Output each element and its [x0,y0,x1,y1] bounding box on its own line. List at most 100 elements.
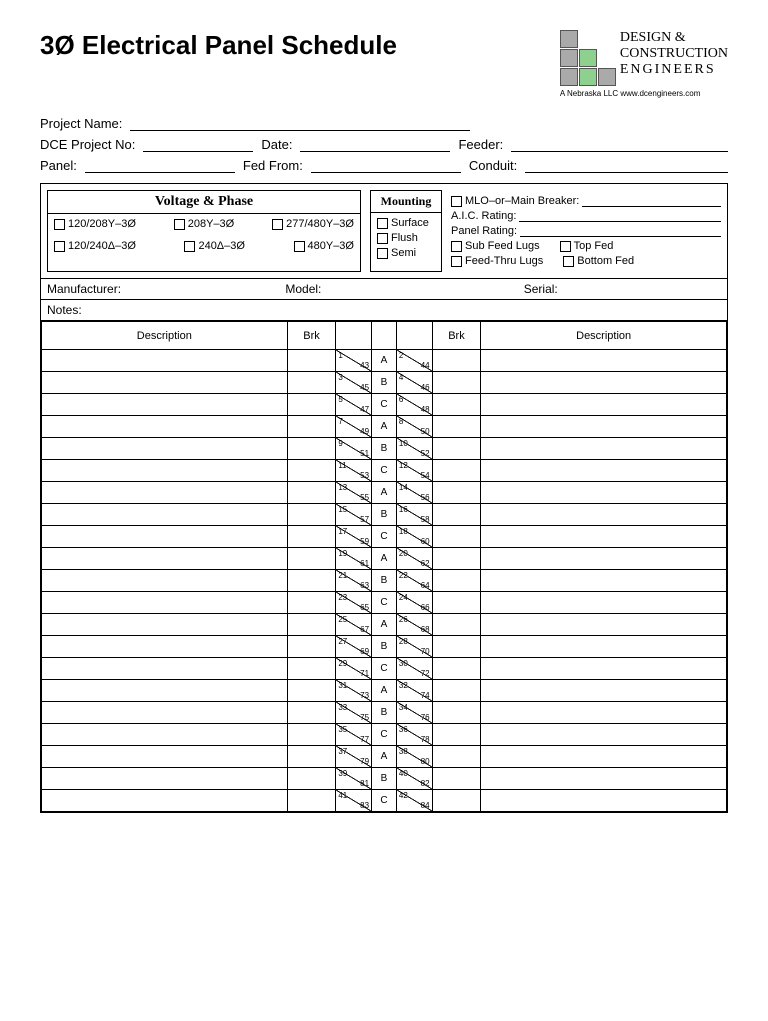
desc-cell-r[interactable] [481,702,727,724]
brk-cell-r[interactable] [432,790,481,812]
desc-cell-l[interactable] [42,724,288,746]
mlo-cb[interactable]: MLO–or–Main Breaker: [451,195,579,207]
brk-cell-l[interactable] [287,702,336,724]
brk-cell-r[interactable] [432,570,481,592]
desc-cell-r[interactable] [481,416,727,438]
date-input[interactable] [300,137,450,152]
brk-cell-l[interactable] [287,372,336,394]
mlo-input[interactable] [582,195,721,207]
desc-cell-l[interactable] [42,768,288,790]
brk-cell-r[interactable] [432,768,481,790]
desc-cell-l[interactable] [42,592,288,614]
brk-cell-l[interactable] [287,746,336,768]
brk-cell-l[interactable] [287,482,336,504]
desc-cell-l[interactable] [42,702,288,724]
brk-cell-r[interactable] [432,746,481,768]
desc-cell-l[interactable] [42,746,288,768]
desc-cell-r[interactable] [481,636,727,658]
desc-cell-r[interactable] [481,438,727,460]
conduit-input[interactable] [525,158,728,173]
brk-cell-l[interactable] [287,416,336,438]
brk-cell-r[interactable] [432,636,481,658]
desc-cell-l[interactable] [42,614,288,636]
brk-cell-l[interactable] [287,548,336,570]
mt-opt-1[interactable]: Flush [377,232,435,244]
desc-cell-r[interactable] [481,372,727,394]
desc-cell-r[interactable] [481,526,727,548]
brk-cell-l[interactable] [287,636,336,658]
desc-cell-r[interactable] [481,768,727,790]
ro-cb-0[interactable]: Sub Feed Lugs [451,240,540,252]
desc-cell-r[interactable] [481,592,727,614]
ro-cb-3[interactable]: Bottom Fed [563,255,634,267]
brk-cell-r[interactable] [432,526,481,548]
brk-cell-r[interactable] [432,350,481,372]
panel-input[interactable] [85,158,235,173]
desc-cell-r[interactable] [481,570,727,592]
brk-cell-l[interactable] [287,350,336,372]
brk-cell-r[interactable] [432,724,481,746]
desc-cell-l[interactable] [42,372,288,394]
desc-cell-l[interactable] [42,460,288,482]
desc-cell-r[interactable] [481,504,727,526]
vp-opt-5[interactable]: 480Y–3Ø [294,240,354,252]
brk-cell-l[interactable] [287,790,336,812]
vp-opt-3[interactable]: 120/240Δ–3Ø [54,240,136,252]
desc-cell-r[interactable] [481,394,727,416]
brk-cell-r[interactable] [432,372,481,394]
brk-cell-r[interactable] [432,548,481,570]
desc-cell-l[interactable] [42,526,288,548]
brk-cell-l[interactable] [287,438,336,460]
brk-cell-l[interactable] [287,570,336,592]
desc-cell-l[interactable] [42,636,288,658]
desc-cell-r[interactable] [481,614,727,636]
brk-cell-l[interactable] [287,724,336,746]
brk-cell-r[interactable] [432,438,481,460]
brk-cell-l[interactable] [287,526,336,548]
desc-cell-r[interactable] [481,746,727,768]
mt-opt-2[interactable]: Semi [377,247,435,259]
vp-opt-0[interactable]: 120/208Y–3Ø [54,218,136,230]
desc-cell-l[interactable] [42,350,288,372]
brk-cell-l[interactable] [287,504,336,526]
fed-from-input[interactable] [311,158,461,173]
desc-cell-r[interactable] [481,790,727,812]
brk-cell-r[interactable] [432,460,481,482]
brk-cell-l[interactable] [287,768,336,790]
desc-cell-l[interactable] [42,438,288,460]
brk-cell-r[interactable] [432,504,481,526]
vp-opt-2[interactable]: 277/480Y–3Ø [272,218,354,230]
dce-no-input[interactable] [143,137,253,152]
brk-cell-r[interactable] [432,394,481,416]
ro-cb-1[interactable]: Top Fed [560,240,614,252]
brk-cell-l[interactable] [287,460,336,482]
brk-cell-l[interactable] [287,394,336,416]
mt-opt-0[interactable]: Surface [377,217,435,229]
desc-cell-l[interactable] [42,680,288,702]
ro-cb-2[interactable]: Feed-Thru Lugs [451,255,543,267]
desc-cell-l[interactable] [42,482,288,504]
brk-cell-l[interactable] [287,680,336,702]
brk-cell-r[interactable] [432,592,481,614]
desc-cell-r[interactable] [481,350,727,372]
desc-cell-r[interactable] [481,658,727,680]
desc-cell-r[interactable] [481,460,727,482]
brk-cell-l[interactable] [287,614,336,636]
desc-cell-r[interactable] [481,724,727,746]
desc-cell-r[interactable] [481,680,727,702]
desc-cell-l[interactable] [42,548,288,570]
brk-cell-r[interactable] [432,416,481,438]
brk-cell-r[interactable] [432,702,481,724]
desc-cell-l[interactable] [42,570,288,592]
desc-cell-l[interactable] [42,394,288,416]
project-name-input[interactable] [130,116,470,131]
brk-cell-r[interactable] [432,680,481,702]
feeder-input[interactable] [511,137,728,152]
brk-cell-r[interactable] [432,658,481,680]
desc-cell-l[interactable] [42,658,288,680]
brk-cell-r[interactable] [432,482,481,504]
vp-opt-1[interactable]: 208Y–3Ø [174,218,234,230]
desc-cell-l[interactable] [42,416,288,438]
aic-input[interactable] [519,210,721,222]
brk-cell-l[interactable] [287,592,336,614]
